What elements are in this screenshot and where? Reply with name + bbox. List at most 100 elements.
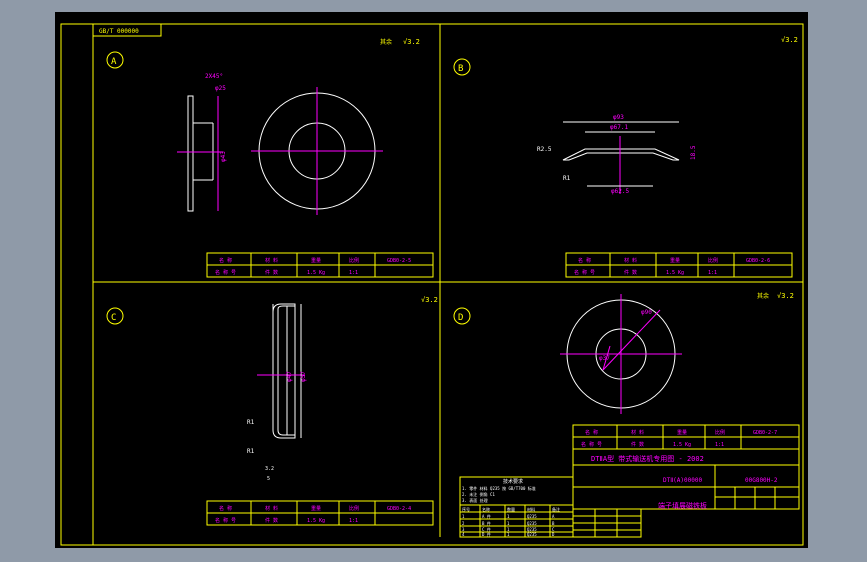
view-b-dim-top: φ93 xyxy=(613,114,624,121)
view-d-dim-1: φ90 xyxy=(641,309,652,316)
title-block: DTⅡA型 带式输送机专用图 - 2002 DTⅡ(A)00000 00G800… xyxy=(572,448,800,538)
mini-table-cell: 重量 xyxy=(311,505,321,512)
mini-table-cell: 比例 xyxy=(715,429,725,436)
mini-table-cell: 材 料 xyxy=(624,257,637,264)
mini-table-cell: 名 称 xyxy=(578,257,591,264)
tech-table: 技术要求 1. 零件 材料 Q235 按 GB/T700 标准 2. 未注 倒角… xyxy=(459,476,574,538)
mini-table-cell: 1.5 Kg xyxy=(673,442,691,448)
inner-frame xyxy=(92,23,804,546)
view-a-roughness-note: 其余 xyxy=(380,38,392,46)
mini-table-cell: GDB0-2-5 xyxy=(387,258,411,264)
mini-table-b: 名 称 材 料 重量 比例 GDB0-2-6 名 称 号 件 数 1.5 Kg … xyxy=(565,252,793,278)
view-a: A 其余 √3.2 2X45° φ25 φ43 xyxy=(106,38,420,215)
mini-table-cell: 重量 xyxy=(311,257,321,264)
view-b-label: B xyxy=(458,64,463,74)
mini-table-cell: 名 称 xyxy=(219,257,232,264)
view-d-dim-2: φ37 xyxy=(599,355,610,362)
view-d-roughness-note: 其余 xyxy=(757,292,769,300)
mini-table-cell: 比例 xyxy=(349,257,359,264)
mini-table-cell: 材 料 xyxy=(265,505,278,512)
tech-table-title: 技术要求 xyxy=(503,478,523,485)
mini-table-cell: 1.5 Kg xyxy=(307,518,325,524)
mini-table-cell: 名 称 号 xyxy=(215,517,236,524)
tech-grid-cell: 1 xyxy=(462,514,465,519)
mini-table-cell: 重量 xyxy=(677,429,687,436)
tech-grid-cell: Q235 xyxy=(527,521,537,526)
view-c-label: C xyxy=(111,313,116,323)
view-d-label: D xyxy=(458,313,463,323)
view-b-roughness: √3.2 xyxy=(781,36,798,44)
mini-table-cell: 件 数 xyxy=(265,269,278,276)
tech-grid-cell: 序号 xyxy=(462,506,470,512)
mini-table-cell: GDB0-2-6 xyxy=(746,258,770,264)
tech-grid-cell: 数量 xyxy=(507,506,515,512)
view-c: C √3.2 φ47 φ57 R1 R1 3.2 5 xyxy=(106,296,438,482)
view-d-roughness: √3.2 xyxy=(777,292,794,300)
view-a-note-size: 2X45° xyxy=(205,73,223,80)
mini-table-cell: 1:1 xyxy=(349,518,358,524)
view-a-dim-1: φ25 xyxy=(215,85,226,92)
mini-table-d: 名 称 材 料 重量 比例 GDB0-2-7 名 称 号 件 数 1.5 Kg … xyxy=(572,424,800,450)
view-c-dim-2: φ57 xyxy=(300,371,307,382)
view-a-roughness: √3.2 xyxy=(403,38,420,46)
view-b-dim-left: R2.5 xyxy=(537,146,552,153)
view-a-dim-2: φ43 xyxy=(220,151,227,162)
title-line: DTⅡA型 带式输送机专用图 - 2002 xyxy=(591,454,704,463)
view-b: B √3.2 φ93 φ67.1 R2.5 R1 φ62.5 18.5 xyxy=(453,36,798,195)
view-b-dim-left2: R1 xyxy=(563,175,571,182)
tech-grid-cell: A xyxy=(552,514,555,519)
mini-table-cell: 名 称 xyxy=(585,429,598,436)
tech-grid-cell: 名称 xyxy=(482,506,490,512)
mini-table-cell: 件 数 xyxy=(265,517,278,524)
mini-table-cell: 比例 xyxy=(708,257,718,264)
tech-grid-cell: 2 xyxy=(462,521,465,526)
view-d: D 其余 √3.2 φ90 φ37 xyxy=(453,292,794,414)
view-c-dim-1: φ47 xyxy=(286,371,293,382)
mini-table-a: 名 称 材 料 重量 比例 GDB0-2-5 名 称 号 件 数 1.5 Kg … xyxy=(206,252,434,278)
view-c-profile xyxy=(272,303,296,439)
part-name: 端子填展磁铁板 xyxy=(658,501,707,510)
view-a-section xyxy=(187,95,194,212)
mini-table-cell: 材 料 xyxy=(631,429,644,436)
view-c-dim-r1: R1 xyxy=(247,419,255,426)
view-d-dim-leader-1 xyxy=(602,309,661,371)
view-b-section xyxy=(562,148,680,161)
view-b-dim-right: 18.5 xyxy=(690,145,697,160)
mini-table-cell: 1.5 Kg xyxy=(666,270,684,276)
tech-grid-cell: B xyxy=(552,521,555,526)
view-c-roughness: √3.2 xyxy=(421,296,438,304)
mini-table-cell: 名 称 号 xyxy=(581,441,602,448)
drawing-no: 00G800H-2 xyxy=(745,477,778,484)
mini-table-cell: 名 称 号 xyxy=(574,269,595,276)
view-a-label: A xyxy=(111,57,117,67)
mini-table-cell: 重量 xyxy=(670,257,680,264)
code-box-text: GB/T 000000 xyxy=(99,28,139,35)
view-c-dim-bottom2: 5 xyxy=(267,476,270,482)
mini-table-cell: GDB0-2-4 xyxy=(387,506,411,512)
drawing-sheet: GB/T 000000 A 其余 √3.2 2X45° φ25 φ43 B √3… xyxy=(55,12,808,548)
mini-table-cell: 件 数 xyxy=(624,269,637,276)
tech-grid-cell: 材料 xyxy=(527,506,535,512)
mini-table-cell: 名 称 xyxy=(219,505,232,512)
drawing-canvas: GB/T 000000 A 其余 √3.2 2X45° φ25 φ43 B √3… xyxy=(60,23,804,546)
tech-grid-cell: 1 xyxy=(507,514,510,519)
tech-grid-cell: D xyxy=(552,532,555,537)
mini-table-c: 名 称 材 料 重量 比例 GDB0-2-4 名 称 号 件 数 1.5 Kg … xyxy=(206,500,434,526)
view-c-dim-bottom: 3.2 xyxy=(265,466,274,472)
view-c-dim-r2: R1 xyxy=(247,448,255,455)
tech-line-2: 2. 未注 倒角 C1 xyxy=(462,491,495,497)
tech-grid-cell: Q235 xyxy=(527,532,537,537)
tech-grid-cell: 备注 xyxy=(552,506,560,512)
mini-table-cell: 1:1 xyxy=(715,442,724,448)
mini-table-cell: 1:1 xyxy=(708,270,717,276)
mini-table-cell: 1.5 Kg xyxy=(307,270,325,276)
tech-grid-cell: A 件 xyxy=(482,513,491,519)
view-b-dim-bottom: φ62.5 xyxy=(611,188,629,195)
mini-table-cell: GDB0-2-7 xyxy=(753,430,777,436)
view-b-dim-mid: φ67.1 xyxy=(610,124,628,131)
mini-table-cell: 1:1 xyxy=(349,270,358,276)
tech-grid-cell: 1 xyxy=(507,532,510,537)
tech-grid-cell: Q235 xyxy=(527,514,537,519)
tech-grid-cell: 1 xyxy=(507,521,510,526)
mini-table-cell: 名 称 号 xyxy=(215,269,236,276)
